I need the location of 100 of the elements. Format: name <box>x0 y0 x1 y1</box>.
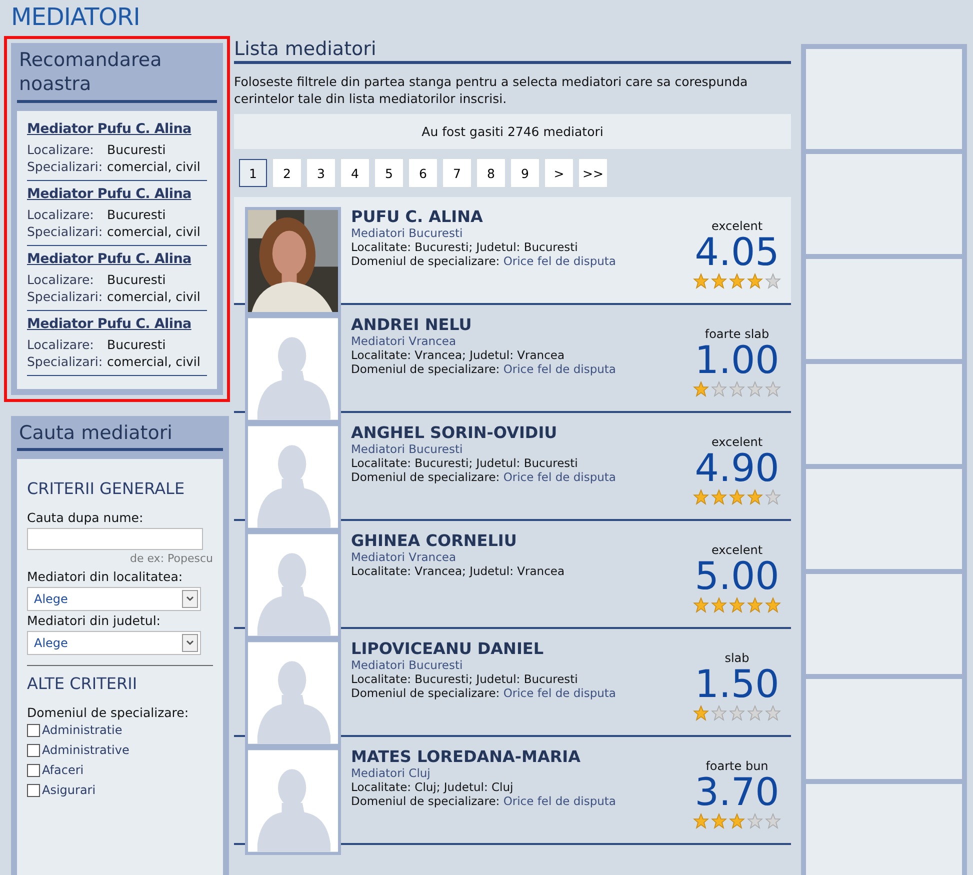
page-button[interactable]: > <box>545 159 573 187</box>
empty-star-icon <box>765 380 781 397</box>
field-label: Mediatori din judetul: <box>27 613 162 628</box>
mediator-group: Mediatori Cluj <box>351 766 691 780</box>
empty-star-icon <box>747 380 763 397</box>
empty-star-icon <box>765 488 781 505</box>
mediator-name[interactable]: MATES LOREDANA-MARIA <box>351 747 691 766</box>
field-value: Orice fel de disputa <box>503 794 616 808</box>
mediator-location: Localitate: Cluj; Judetul: Cluj <box>351 780 514 794</box>
avatar-placeholder-icon <box>245 747 341 855</box>
rating-score: 4.90 <box>694 449 780 489</box>
mediator-location: Localitate: Bucuresti; Judetul: Bucuresti <box>351 672 579 686</box>
page-button[interactable]: 3 <box>307 159 335 187</box>
empty-star-icon <box>747 812 763 829</box>
empty-star-icon <box>765 812 781 829</box>
field-label: Domeniul de specializare: <box>351 686 500 700</box>
empty-star-icon <box>729 704 745 721</box>
filled-star-icon <box>747 488 763 505</box>
field-label: Cauta dupa nume: <box>27 510 144 526</box>
checkbox[interactable]: Asigurari <box>27 783 213 798</box>
filled-star-icon <box>765 596 781 613</box>
panel-title: Recomandarea noastra <box>17 43 217 102</box>
mediator-link[interactable]: Mediator Pufu C. Alina <box>27 186 207 202</box>
field-value: comercial, civil <box>107 352 200 370</box>
field-value: Bucuresti <box>107 336 166 352</box>
rating-score: 4.05 <box>694 233 780 273</box>
name-field[interactable] <box>27 528 203 550</box>
field-label: Specializari: <box>27 158 104 174</box>
empty-star-icon <box>711 380 727 397</box>
page-button[interactable]: 7 <box>443 159 471 187</box>
page-button[interactable]: 9 <box>511 159 539 187</box>
field-label: Specializari: <box>27 288 104 304</box>
mediator-link[interactable]: Mediator Pufu C. Alina <box>27 316 207 332</box>
field-value: comercial, civil <box>107 222 200 240</box>
filled-star-icon <box>693 380 709 397</box>
rating-label: excelent <box>711 435 763 449</box>
filled-star-icon <box>729 272 745 289</box>
mediator-location: Localitate: Vrancea; Judetul: Vrancea <box>351 348 566 362</box>
empty-star-icon <box>765 704 781 721</box>
mediator-name[interactable]: GHINEA CORNELIU <box>351 531 691 550</box>
mediator-location: Localitate: Vrancea; Judetul: Vrancea <box>351 564 566 578</box>
rating-score: 1.50 <box>694 665 780 705</box>
result-count: Au fost gasiti 2746 mediatori <box>234 114 791 149</box>
avatar-placeholder-icon <box>245 423 341 531</box>
filled-star-icon <box>747 596 763 613</box>
empty-star-icon <box>711 704 727 721</box>
checkbox[interactable]: Administrative <box>27 743 213 758</box>
field-label: Domeniul de specializare: <box>351 362 500 376</box>
page-button[interactable]: 5 <box>375 159 403 187</box>
rating-score: 5.00 <box>694 557 780 597</box>
field-label: Mediatori din localitatea: <box>27 569 184 584</box>
mediator-name[interactable]: ANGHEL SORIN-OVIDIU <box>351 423 691 442</box>
field-label: Domeniul de specializare: <box>351 794 500 808</box>
dropdown[interactable]: Alege <box>27 631 201 656</box>
rating-label: excelent <box>711 543 763 557</box>
field-value: Bucuresti <box>107 206 166 222</box>
section-heading: ALTE CRITERII <box>27 674 138 694</box>
filled-star-icon <box>711 272 727 289</box>
field-label: Domeniul de specializare: <box>27 705 190 720</box>
checkbox[interactable]: Afaceri <box>27 763 213 778</box>
mediator-name[interactable]: ANDREI NELU <box>351 315 691 334</box>
rating-label: slab <box>724 651 750 665</box>
field-label: Domeniul de specializare: <box>351 254 500 268</box>
mediator-name[interactable]: PUFU C. ALINA <box>351 207 691 226</box>
mediator-location: Localitate: Bucuresti; Judetul: Bucuresti <box>351 456 579 470</box>
checkbox[interactable]: Administratie <box>27 723 213 738</box>
filled-star-icon <box>711 812 727 829</box>
page-button[interactable]: 4 <box>341 159 369 187</box>
mediator-name[interactable]: LIPOVICEANU DANIEL <box>351 639 691 658</box>
field-value: Bucuresti <box>107 270 166 288</box>
mediator-group: Mediatori Bucuresti <box>351 226 691 240</box>
empty-star-icon <box>747 704 763 721</box>
page-button[interactable]: 1 <box>239 159 267 187</box>
field-label: Specializari: <box>27 222 104 240</box>
rating-score: 1.00 <box>694 341 780 381</box>
filled-star-icon <box>729 812 745 829</box>
field-value: Orice fel de disputa <box>503 470 616 484</box>
filled-star-icon <box>729 488 745 505</box>
section-heading: CRITERII GENERALE <box>27 479 186 498</box>
page-button[interactable]: 2 <box>273 159 301 187</box>
field-value: Orice fel de disputa <box>503 686 616 700</box>
filled-star-icon <box>693 488 709 505</box>
mediator-group: Mediatori Vrancea <box>351 550 691 564</box>
field-value: Orice fel de disputa <box>503 362 616 376</box>
page-button[interactable]: >> <box>579 159 607 187</box>
filled-star-icon <box>693 272 709 289</box>
field-label: Specializari: <box>27 352 104 370</box>
page-button[interactable]: 8 <box>477 159 505 187</box>
mediator-link[interactable]: Mediator Pufu C. Alina <box>27 120 207 136</box>
intro-text: Foloseste filtrele din partea stanga pentru a selecta mediatori care sa corespunda cerintelor tale din lista mediatorilor inscrisi. <box>234 73 749 107</box>
empty-star-icon <box>729 380 745 397</box>
mediator-link[interactable]: Mediator Pufu C. Alina <box>27 250 207 266</box>
dropdown[interactable]: Alege <box>27 587 201 612</box>
filled-star-icon <box>729 596 745 613</box>
page-button[interactable]: 6 <box>409 159 437 187</box>
mediator-group: Mediatori Bucuresti <box>351 442 691 456</box>
mediator-group: Mediatori Bucuresti <box>351 658 691 672</box>
field-value: Bucuresti <box>107 140 166 158</box>
field-label: Domeniul de specializare: <box>351 470 500 484</box>
field-value: comercial, civil <box>107 158 200 174</box>
